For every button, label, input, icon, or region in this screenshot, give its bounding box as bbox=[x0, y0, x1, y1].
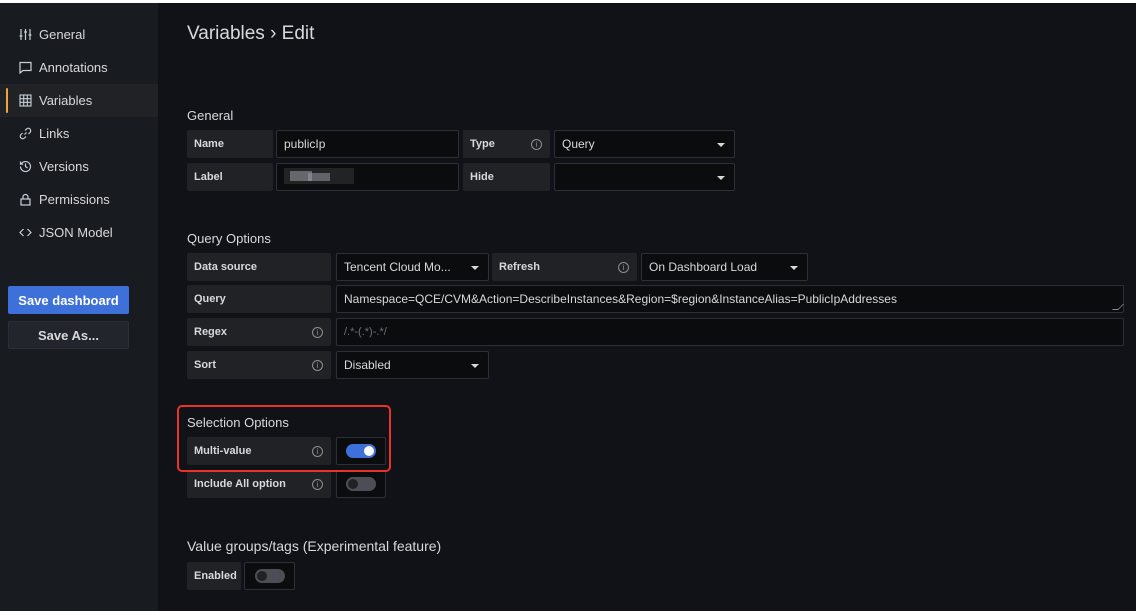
general-section-title: General bbox=[187, 108, 234, 123]
refresh-select-value: On Dashboard Load bbox=[649, 260, 758, 274]
sidebar-item-json-model[interactable]: JSON Model bbox=[0, 216, 158, 249]
comment-icon bbox=[18, 61, 32, 75]
resize-handle-icon[interactable] bbox=[1112, 304, 1124, 310]
toggle-knob bbox=[348, 479, 358, 489]
sidebar-item-variables[interactable]: Variables bbox=[0, 84, 158, 117]
sidebar-item-general[interactable]: General bbox=[0, 18, 158, 51]
link-icon bbox=[18, 127, 32, 141]
save-dashboard-button[interactable]: Save dashboard bbox=[8, 286, 129, 314]
toggle-knob bbox=[256, 571, 267, 581]
enabled-label: Enabled bbox=[187, 562, 241, 590]
include-all-toggle-box bbox=[336, 470, 386, 498]
sidebar-item-links[interactable]: Links bbox=[0, 117, 158, 150]
sort-label: Sort bbox=[187, 351, 331, 379]
datasource-select-value: Tencent Cloud Mo... bbox=[344, 260, 451, 274]
query-options-section-title: Query Options bbox=[187, 231, 271, 246]
hide-label: Hide bbox=[463, 163, 550, 191]
datasource-label: Data source bbox=[187, 253, 331, 281]
refresh-label: Refresh bbox=[492, 253, 637, 281]
sidebar-item-permissions[interactable]: Permissions bbox=[0, 183, 158, 216]
datasource-select[interactable]: Tencent Cloud Mo... bbox=[336, 253, 489, 281]
save-as-button[interactable]: Save As... bbox=[8, 321, 129, 349]
regex-label: Regex bbox=[187, 318, 331, 346]
include-all-toggle[interactable] bbox=[346, 477, 376, 491]
sidebar-item-annotations[interactable]: Annotations bbox=[0, 51, 158, 84]
sidebar-item-label: Annotations bbox=[39, 60, 108, 75]
enabled-toggle-box bbox=[244, 562, 295, 590]
regex-info-icon[interactable]: i bbox=[312, 327, 323, 338]
query-label: Query bbox=[187, 285, 331, 313]
type-info-icon[interactable]: i bbox=[531, 139, 542, 150]
name-label: Name bbox=[187, 130, 273, 158]
label-label: Label bbox=[187, 163, 273, 191]
sidebar-item-label: Links bbox=[39, 126, 70, 141]
chevron-down-icon bbox=[471, 364, 479, 368]
sidebar-item-label: Versions bbox=[39, 159, 89, 174]
name-input[interactable]: publicIp bbox=[276, 130, 459, 158]
sidebar-item-label: JSON Model bbox=[39, 225, 113, 240]
chevron-down-icon bbox=[790, 266, 798, 270]
enabled-toggle[interactable] bbox=[254, 569, 285, 583]
regex-input[interactable]: /.*-(.*)-.*/ bbox=[336, 318, 1124, 346]
type-select-value: Query bbox=[562, 137, 595, 151]
sliders-icon bbox=[18, 28, 32, 42]
chevron-down-icon bbox=[717, 143, 725, 147]
sidebar-item-label: Variables bbox=[39, 93, 93, 108]
table-icon bbox=[18, 94, 32, 108]
code-icon bbox=[18, 226, 32, 240]
refresh-select[interactable]: On Dashboard Load bbox=[641, 253, 808, 281]
sort-info-icon[interactable]: i bbox=[312, 360, 323, 371]
query-textarea-value: Namespace=QCE/CVM&Action=DescribeInstanc… bbox=[344, 292, 897, 306]
settings-sidebar: General Annotations Variables Links Vers… bbox=[0, 3, 158, 611]
chevron-down-icon bbox=[717, 176, 725, 180]
sort-select[interactable]: Disabled bbox=[336, 351, 489, 379]
sidebar-item-label: General bbox=[39, 27, 86, 42]
redacted-blur bbox=[282, 165, 362, 187]
hide-select[interactable] bbox=[554, 163, 735, 191]
refresh-info-icon[interactable]: i bbox=[618, 262, 629, 273]
sort-select-value: Disabled bbox=[344, 358, 391, 372]
page-title: Variables › Edit bbox=[187, 23, 315, 44]
history-icon bbox=[18, 160, 32, 174]
type-label-text: Type bbox=[470, 138, 495, 150]
sidebar-item-label: Permissions bbox=[39, 192, 110, 207]
sidebar-item-versions[interactable]: Versions bbox=[0, 150, 158, 183]
lock-icon bbox=[18, 193, 32, 207]
highlight-annotation bbox=[177, 405, 391, 472]
query-textarea[interactable]: Namespace=QCE/CVM&Action=DescribeInstanc… bbox=[336, 285, 1124, 313]
include-all-info-icon[interactable]: i bbox=[312, 479, 323, 490]
include-all-label: Include All option bbox=[187, 470, 331, 498]
type-select[interactable]: Query bbox=[554, 130, 735, 158]
chevron-down-icon bbox=[471, 266, 479, 270]
value-groups-section-title: Value groups/tags (Experimental feature) bbox=[187, 538, 442, 554]
